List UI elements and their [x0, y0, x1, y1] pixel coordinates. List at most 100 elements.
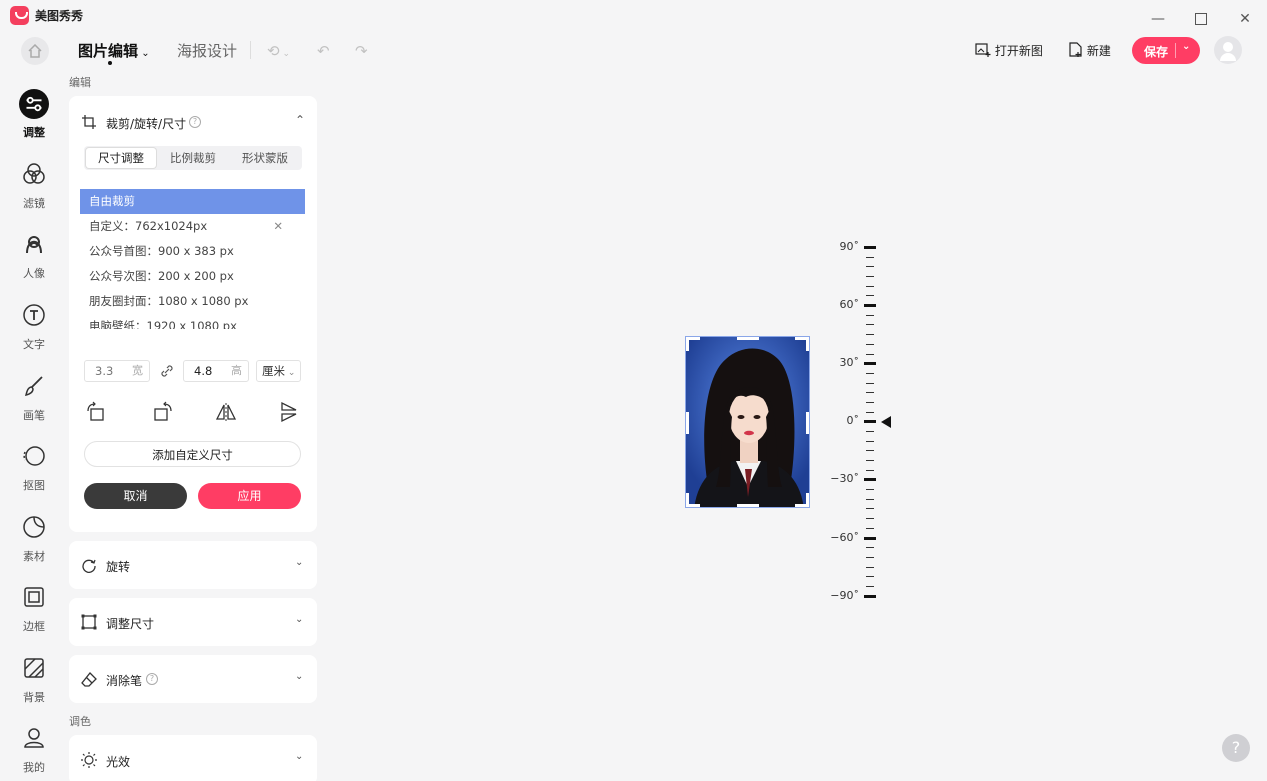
ruler-label: 30˚	[839, 356, 860, 370]
ruler-major-tick	[864, 304, 876, 308]
preset-wechat-cover[interactable]: 公众号首图：900 x 383 px	[80, 239, 305, 264]
preset-wechat-secondary[interactable]: 公众号次图：200 x 200 px	[80, 264, 305, 289]
apply-button[interactable]: 应用	[198, 483, 301, 509]
ruler-major-tick	[864, 478, 876, 482]
home-button[interactable]	[21, 37, 49, 65]
tab-image-edit[interactable]: 图片编辑 ⌄	[78, 40, 150, 61]
rotate-right-icon[interactable]	[152, 401, 174, 423]
ruler-label: 0˚	[846, 414, 860, 428]
cancel-button[interactable]: 取消	[84, 483, 187, 509]
resize-icon	[81, 614, 97, 630]
preset-free-crop[interactable]: 自由裁剪	[80, 189, 305, 214]
remove-preset-icon[interactable]: ✕	[273, 214, 283, 239]
crop-handle-left[interactable]	[686, 412, 689, 434]
ruler-minor-tick	[866, 411, 874, 413]
ruler-major-tick	[864, 362, 876, 366]
help-icon[interactable]: ?	[146, 673, 158, 685]
expand-icon[interactable]: ⌄	[295, 614, 303, 625]
new-file-icon	[1069, 42, 1082, 57]
resize-card[interactable]: 调整尺寸 ⌄	[69, 598, 317, 646]
resize-card-title: 调整尺寸	[106, 617, 155, 631]
tab-ratio-crop[interactable]: 比例裁剪	[158, 148, 228, 168]
ruler-minor-tick	[866, 508, 874, 510]
angle-pointer-icon[interactable]	[881, 416, 891, 428]
ruler-minor-tick	[866, 353, 874, 355]
open-new-image-button[interactable]: 打开新图	[975, 42, 1043, 59]
light-effect-card[interactable]: 光效 ⌄	[69, 735, 317, 781]
help-button[interactable]: ?	[1222, 734, 1250, 762]
tab-size-adjust[interactable]: 尺寸调整	[86, 148, 156, 168]
collapse-icon[interactable]: ⌃	[295, 113, 305, 127]
ruler-minor-tick	[866, 343, 874, 345]
nav-portrait[interactable]: 人像	[10, 232, 58, 292]
ruler-label: 90˚	[839, 240, 860, 253]
nav-frame[interactable]: 边框	[10, 585, 58, 645]
width-input[interactable]: 3.3 宽	[84, 360, 150, 382]
user-avatar[interactable]	[1214, 36, 1242, 64]
ruler-major-tick	[864, 420, 876, 424]
nav-adjust[interactable]: 调整	[10, 89, 58, 151]
toolbar-divider	[250, 41, 251, 59]
tab-poster-design[interactable]: 海报设计	[177, 40, 237, 61]
crop-mode-tabs: 尺寸调整 比例裁剪 形状蒙版	[84, 146, 302, 170]
ruler-minor-tick	[866, 556, 874, 558]
minimize-icon[interactable]: —	[1149, 10, 1167, 28]
ruler-minor-tick	[866, 430, 874, 432]
link-ratio-icon[interactable]	[159, 363, 175, 379]
rotate-card[interactable]: 旋转 ⌄	[69, 541, 317, 589]
save-button[interactable]: 保存 ⌄	[1132, 37, 1200, 64]
save-dropdown-icon[interactable]: ⌄	[1182, 41, 1190, 52]
flip-vertical-icon[interactable]	[278, 401, 300, 423]
help-icon[interactable]: ?	[189, 116, 201, 128]
ruler-label: 60˚	[839, 298, 860, 312]
crop-handle-top[interactable]	[737, 337, 759, 340]
nav-cutout[interactable]: 抠图	[10, 444, 58, 504]
light-card-title: 光效	[106, 755, 131, 769]
crop-handle-bottom[interactable]	[737, 504, 759, 507]
new-button[interactable]: 新建	[1069, 42, 1111, 59]
ruler-minor-tick	[866, 285, 874, 287]
redo-icon[interactable]: ↷	[355, 42, 368, 60]
height-input[interactable]: 4.8 高	[183, 360, 249, 382]
canvas-photo[interactable]	[685, 336, 810, 508]
maximize-icon[interactable]	[1192, 10, 1210, 28]
ruler-major-tick	[864, 246, 876, 249]
preset-custom[interactable]: 自定义：762x1024px ✕	[80, 214, 305, 239]
preset-moments-cover[interactable]: 朋友圈封面：1080 x 1080 px	[80, 289, 305, 314]
undo-icon[interactable]: ↶	[317, 42, 330, 60]
history-icon[interactable]: ⟲ ⌄	[267, 42, 290, 60]
sticker-icon	[23, 516, 45, 538]
ruler-minor-tick	[866, 440, 874, 442]
expand-icon[interactable]: ⌄	[295, 557, 303, 568]
home-icon	[28, 44, 42, 58]
ruler-label: −30˚	[830, 472, 859, 486]
text-icon	[23, 304, 45, 326]
ruler-minor-tick	[866, 460, 874, 462]
add-custom-size-button[interactable]: 添加自定义尺寸	[84, 441, 301, 467]
expand-icon[interactable]: ⌄	[295, 751, 303, 762]
nav-filter[interactable]: 滤镜	[10, 162, 58, 222]
expand-icon[interactable]: ⌄	[295, 671, 303, 682]
nav-brush[interactable]: 画笔	[10, 374, 58, 434]
nav-background[interactable]: 背景	[10, 656, 58, 716]
preset-desktop-wallpaper[interactable]: 电脑壁纸：1920 x 1080 px	[80, 314, 305, 329]
brush-icon	[24, 376, 43, 397]
nav-sticker[interactable]: 素材	[10, 515, 58, 575]
crop-handle-right[interactable]	[806, 412, 809, 434]
nav-text[interactable]: 文字	[10, 303, 58, 363]
portrait-icon	[26, 236, 42, 254]
ruler-minor-tick	[866, 576, 874, 578]
ruler-minor-tick	[866, 314, 874, 316]
ruler-minor-tick	[866, 401, 874, 403]
ruler-label: −90˚	[830, 588, 859, 602]
eraser-card[interactable]: 消除笔 ? ⌄	[69, 655, 317, 703]
ruler-minor-tick	[866, 547, 874, 549]
tab-shape-mask[interactable]: 形状蒙版	[230, 148, 300, 168]
user-icon	[24, 728, 44, 748]
flip-horizontal-icon[interactable]	[215, 401, 237, 423]
nav-mine[interactable]: 我的	[10, 726, 58, 781]
unit-select[interactable]: 厘米 ⌄	[256, 360, 301, 382]
portrait-image	[686, 337, 809, 507]
close-icon[interactable]: ✕	[1236, 10, 1254, 28]
rotate-left-icon[interactable]	[85, 401, 107, 423]
